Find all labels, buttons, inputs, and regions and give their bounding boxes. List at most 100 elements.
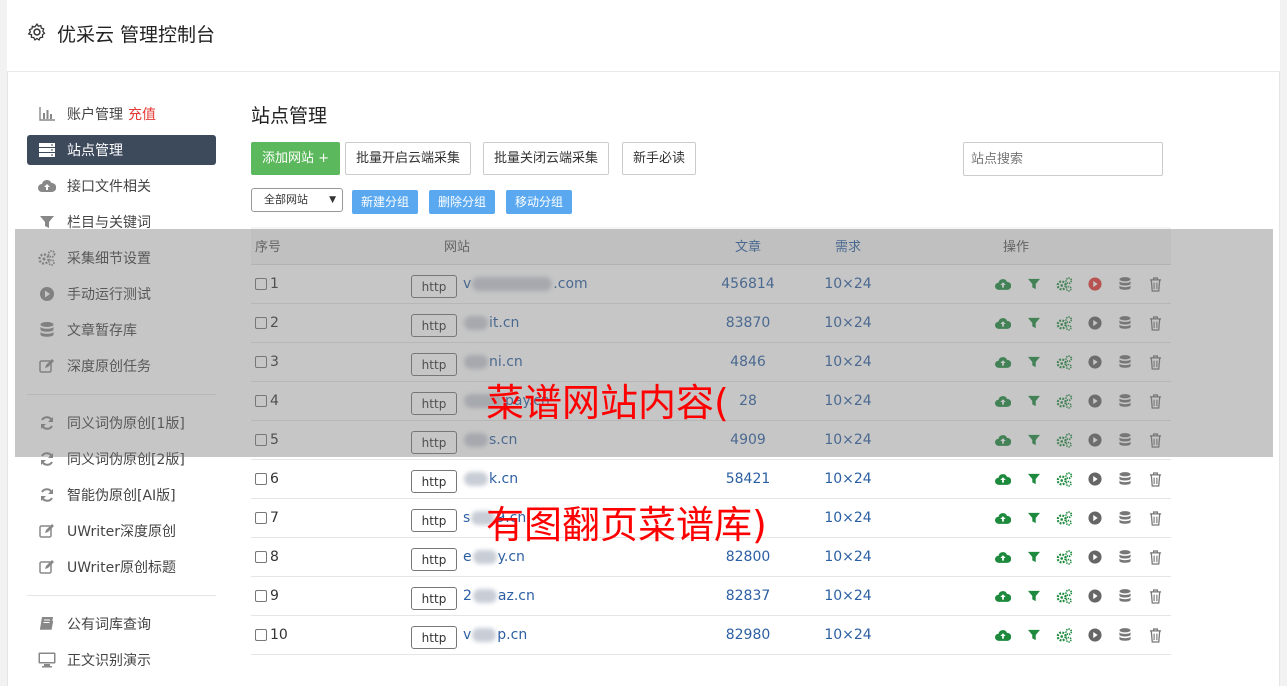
header: 优采云 管理控制台 (7, 0, 1280, 72)
sidebar-item-label: 公有词库查询 (67, 617, 151, 633)
filter-icon[interactable] (1019, 590, 1050, 602)
http-tag: http (411, 547, 457, 571)
sidebar-item-uwriter-title[interactable]: UWriter原创标题 (27, 549, 216, 585)
delete-group-button[interactable]: 删除分组 (429, 190, 496, 214)
sidebar-item-ai-original[interactable]: 智能伪原创[AI版] (27, 477, 216, 513)
sidebar-item-account[interactable]: 账户管理 充值 (27, 96, 216, 132)
site-search-input[interactable] (963, 142, 1163, 176)
sidebar-item-label: 智能伪原创[AI版] (67, 488, 176, 504)
row-number: 9 (270, 588, 279, 604)
play-circle-icon[interactable] (1080, 472, 1111, 486)
trash-icon[interactable] (1141, 627, 1172, 643)
demand-value[interactable]: 10×24 (793, 549, 903, 565)
filter-icon[interactable] (1019, 512, 1050, 524)
add-site-button[interactable]: 添加网站 + (251, 142, 341, 175)
sidebar-item-uwriter-deep[interactable]: UWriter深度原创 (27, 513, 216, 549)
play-circle-icon[interactable] (1080, 628, 1111, 642)
trash-icon[interactable] (1141, 549, 1172, 565)
article-count[interactable]: 58421 (703, 471, 793, 487)
sidebar-item-text-recognition[interactable]: 正文识别演示 (27, 642, 216, 678)
demand-value[interactable]: 10×24 (793, 588, 903, 604)
sidebar-item-label: 账户管理 (67, 107, 123, 123)
batch-close-cloud-button[interactable]: 批量关闭云端采集 (483, 142, 610, 175)
trash-icon[interactable] (1141, 510, 1172, 526)
sidebar-item-label: 站点管理 (67, 143, 123, 159)
database-icon[interactable] (1110, 550, 1141, 564)
trash-icon[interactable] (1141, 588, 1172, 604)
play-circle-icon[interactable] (1080, 511, 1111, 525)
trash-icon[interactable] (1141, 471, 1172, 487)
gears-icon[interactable] (1049, 588, 1080, 604)
ops-cell (903, 627, 1172, 643)
gears-icon[interactable] (1049, 549, 1080, 565)
site-cell: http k.cn (331, 466, 703, 493)
demand-value[interactable]: 10×24 (793, 471, 903, 487)
server-icon (38, 142, 56, 158)
http-tag: http (411, 469, 457, 493)
sidebar-item-label: UWriter深度原创 (67, 524, 176, 540)
table-row: 9 http 2 az.cn 82837 10×24 (251, 577, 1171, 616)
main-content: 站点管理 添加网站 + 批量开启云端采集 批量关闭云端采集 新手必读 全部网站 … (251, 96, 1171, 655)
sidebar-item-lexicon[interactable]: 公有词库查询 (27, 606, 216, 642)
row-no-cell: 10 (251, 627, 331, 643)
play-circle-icon[interactable] (1080, 550, 1111, 564)
cloud-upload-icon[interactable] (988, 590, 1019, 603)
sidebar-item-label: UWriter原创标题 (67, 560, 176, 576)
batch-open-cloud-button[interactable]: 批量开启云端采集 (345, 142, 472, 175)
domain-prefix: s (463, 510, 471, 526)
http-tag: http (411, 586, 457, 610)
sidebar-item-sites[interactable]: 站点管理 (27, 135, 216, 165)
filter-icon[interactable] (1019, 473, 1050, 485)
row-checkbox[interactable] (255, 551, 267, 563)
database-icon[interactable] (1110, 511, 1141, 525)
recharge-link[interactable]: 充值 (128, 104, 156, 124)
demand-value[interactable]: 10×24 (793, 627, 903, 643)
cloud-upload-icon[interactable] (988, 473, 1019, 486)
row-checkbox[interactable] (255, 590, 267, 602)
cloud-upload-icon[interactable] (988, 551, 1019, 564)
gears-icon[interactable] (1049, 627, 1080, 643)
sidebar-item-interface[interactable]: 接口文件相关 (27, 168, 216, 204)
row-number: 10 (270, 627, 288, 643)
app-title: 优采云 管理控制台 (57, 24, 216, 46)
play-circle-icon[interactable] (1080, 589, 1111, 603)
sidebar-item-label: 正文识别演示 (67, 653, 151, 669)
site-cell: http 2 az.cn (331, 583, 703, 610)
redacted-blur (472, 550, 497, 564)
book-icon (38, 616, 56, 632)
article-count[interactable]: 82800 (703, 549, 793, 565)
site-domain-link[interactable]: v p.cn (463, 627, 527, 643)
site-domain-link[interactable]: e y.cn (463, 549, 525, 565)
database-icon[interactable] (1110, 589, 1141, 603)
chevron-down-icon: ▼ (329, 195, 336, 205)
database-icon[interactable] (1110, 472, 1141, 486)
gears-icon[interactable] (1049, 471, 1080, 487)
redacted-blur (464, 472, 488, 486)
guide-button[interactable]: 新手必读 (622, 142, 697, 175)
row-checkbox[interactable] (255, 512, 267, 524)
article-count[interactable]: 82837 (703, 588, 793, 604)
row-checkbox[interactable] (255, 473, 267, 485)
row-checkbox[interactable] (255, 629, 267, 641)
demand-value[interactable]: 10×24 (793, 510, 903, 526)
filter-icon[interactable] (1019, 551, 1050, 563)
refresh-icon (38, 487, 56, 503)
site-domain-link[interactable]: 2 az.cn (463, 588, 535, 604)
new-group-button[interactable]: 新建分组 (352, 190, 419, 214)
database-icon[interactable] (1110, 628, 1141, 642)
ops-cell (903, 588, 1172, 604)
row-no-cell: 7 (251, 510, 331, 526)
article-count[interactable]: 82980 (703, 627, 793, 643)
group-select-value: 全部网站 (264, 193, 308, 206)
cloud-upload-icon[interactable] (988, 512, 1019, 525)
monitor-icon (38, 652, 56, 668)
move-group-button[interactable]: 移动分组 (506, 190, 573, 214)
row-number: 8 (270, 549, 279, 565)
site-domain-link[interactable]: k.cn (463, 471, 518, 487)
group-select[interactable]: 全部网站 ▼ (251, 188, 343, 212)
row-number: 7 (270, 510, 279, 526)
cloud-upload-icon[interactable] (988, 629, 1019, 642)
ops-cell (903, 471, 1172, 487)
filter-icon[interactable] (1019, 629, 1050, 641)
gears-icon[interactable] (1049, 510, 1080, 526)
